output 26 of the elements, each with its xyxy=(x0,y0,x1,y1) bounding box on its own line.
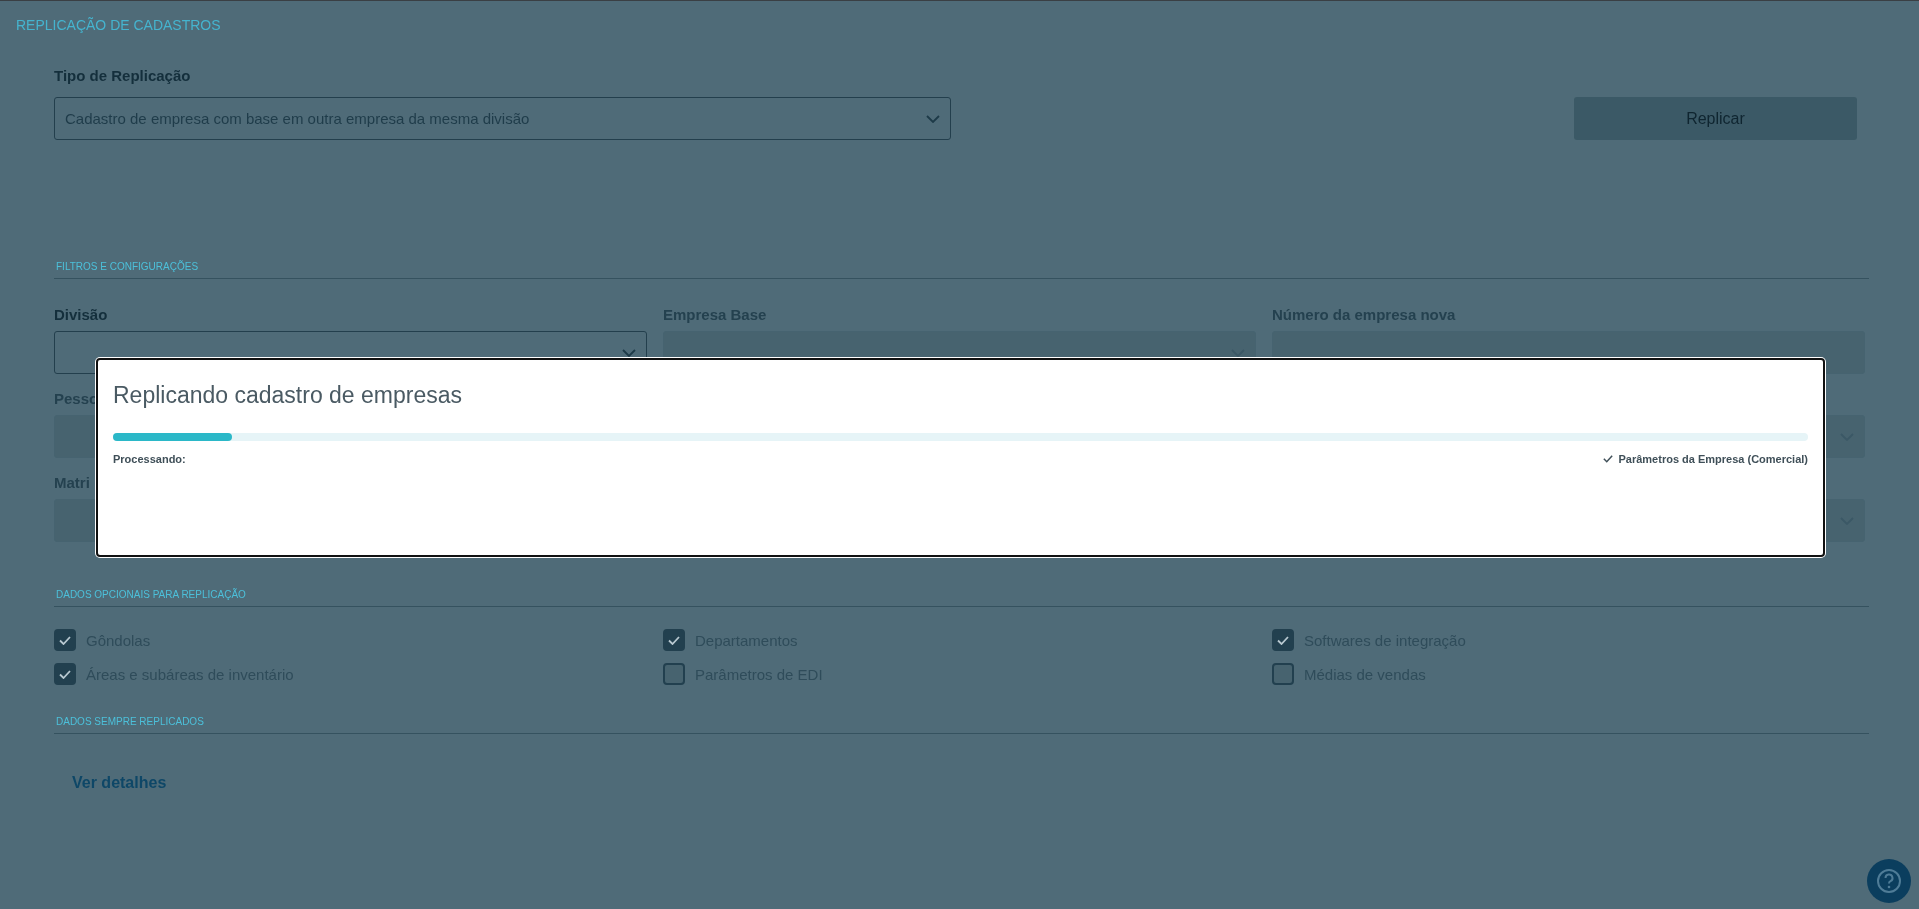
field-label: Divisão xyxy=(54,306,108,323)
details-link[interactable]: Ver detalhes xyxy=(72,774,167,792)
chevron-down-icon xyxy=(622,348,636,357)
checkbox[interactable] xyxy=(54,663,76,685)
chevron-down-icon xyxy=(1231,348,1245,357)
section-title: FILTROS E CONFIGURAÇÕES xyxy=(56,261,199,272)
checkbox[interactable] xyxy=(1272,629,1294,651)
section-title: DADOS SEMPRE REPLICADOS xyxy=(56,716,204,727)
checkbox[interactable] xyxy=(663,663,685,685)
check-icon xyxy=(668,635,680,645)
section-title: DADOS OPCIONAIS PARA REPLICAÇÃO xyxy=(56,589,246,600)
status-label: Processando: xyxy=(113,453,186,465)
check-icon xyxy=(59,669,71,679)
question-icon xyxy=(1876,868,1902,894)
checkbox[interactable] xyxy=(54,629,76,651)
checkbox[interactable] xyxy=(1272,663,1294,685)
chevron-down-icon xyxy=(926,114,940,123)
dialog-title: Replicando cadastro de empresas xyxy=(113,382,464,409)
field-label: Tipo de Replicação xyxy=(54,67,192,84)
page-title: REPLICAÇÃO DE CADASTROS xyxy=(16,17,221,33)
check-icon xyxy=(59,635,71,645)
checkbox[interactable] xyxy=(663,629,685,651)
check-icon xyxy=(1277,635,1289,645)
help-button[interactable] xyxy=(1867,859,1911,903)
step-label: Parâmetros da Empresa (Comercial) xyxy=(1618,453,1808,465)
check-icon xyxy=(1603,455,1614,463)
